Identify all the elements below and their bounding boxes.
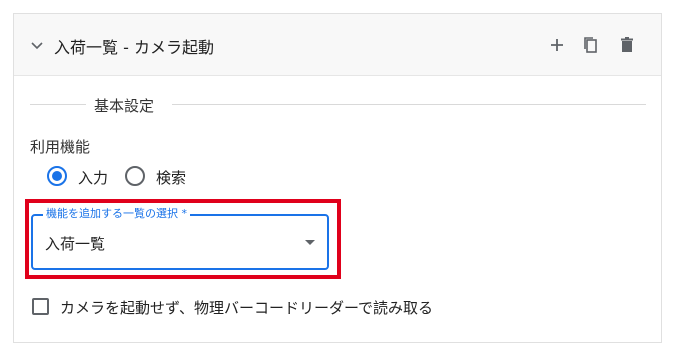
radio-input[interactable]	[47, 166, 67, 186]
panel-title: 入荷一覧 - カメラ起動	[54, 38, 214, 57]
radio-search[interactable]	[125, 166, 145, 186]
section-title: 基本設定	[94, 97, 155, 115]
radio-input-label[interactable]: 入力	[78, 167, 108, 188]
section-basic-settings: 基本設定	[14, 94, 661, 115]
plus-icon[interactable]	[547, 35, 567, 55]
settings-card: 入荷一覧 - カメラ起動 基本設定 利用機能 入力 検索 機能を追加する一覧の選…	[13, 13, 662, 343]
trash-icon[interactable]	[617, 35, 637, 55]
function-label: 利用機能	[30, 138, 91, 156]
list-select-dropdown[interactable]: 機能を追加する一覧の選択 * 入荷一覧	[31, 207, 329, 270]
camera-checkbox-label[interactable]: カメラを起動せず、物理バーコードリーダーで読み取る	[60, 297, 433, 318]
copy-icon[interactable]	[581, 35, 601, 55]
chevron-down-icon[interactable]	[30, 38, 44, 52]
panel-header[interactable]: 入荷一覧 - カメラ起動	[14, 14, 661, 76]
list-select-value: 入荷一覧	[45, 235, 106, 253]
radio-search-label[interactable]: 検索	[156, 167, 186, 188]
list-select-label: 機能を追加する一覧の選択 *	[43, 207, 190, 221]
dropdown-arrow-icon[interactable]	[305, 240, 315, 245]
divider	[30, 104, 86, 105]
camera-checkbox[interactable]	[32, 298, 49, 315]
divider	[172, 104, 646, 105]
